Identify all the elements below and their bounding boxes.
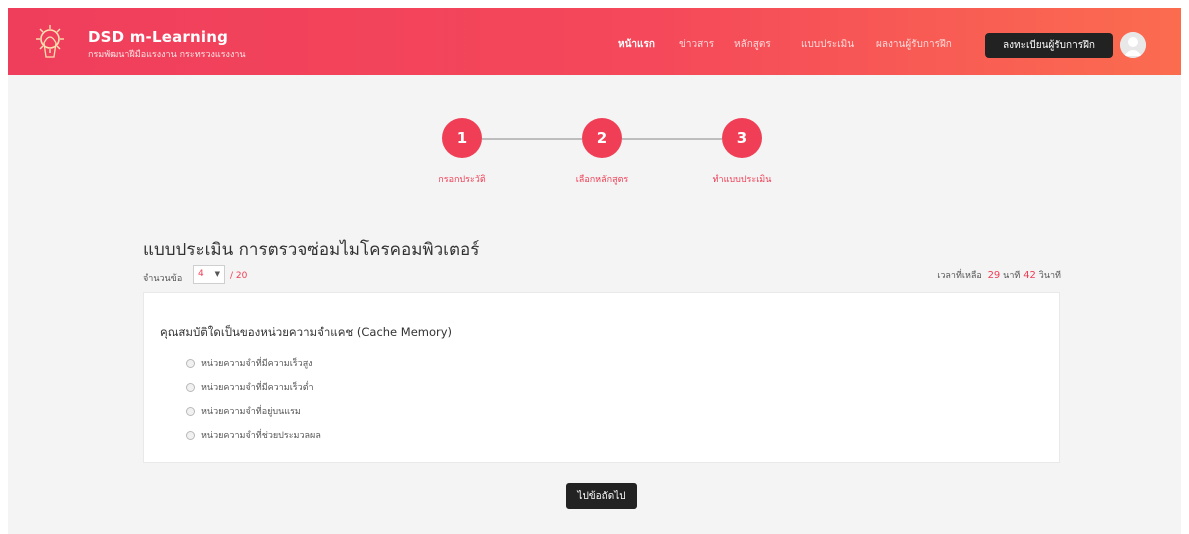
radio-button[interactable] <box>186 358 195 368</box>
time-remaining: เวลาที่เหลือ 29 นาที 42 วินาที <box>937 268 1061 282</box>
step-2-circle: 2 <box>582 118 622 158</box>
step-3-circle: 3 <box>722 118 762 158</box>
step-connector-1-2 <box>482 138 582 140</box>
answer-option-label: หน่วยความจำที่อยู่บนแรม <box>201 407 301 417</box>
question-total: / 20 <box>230 271 248 281</box>
brand-title[interactable]: DSD m-Learning <box>88 28 228 46</box>
next-question-button[interactable]: ไปข้อถัดไป <box>566 483 637 509</box>
user-avatar-icon[interactable] <box>1120 32 1146 58</box>
step-3-label: ทำแบบประเมิน <box>712 175 772 185</box>
chevron-down-icon: ▼ <box>214 270 220 278</box>
timer-seconds-unit: วินาที <box>1038 271 1061 281</box>
step-connector-2-3 <box>622 138 722 140</box>
question-text: คุณสมบัติใดเป็นของหน่วยความจำแคช (Cache … <box>160 325 453 339</box>
dsd-logo-icon[interactable] <box>32 23 68 59</box>
timer-minutes-unit: นาที <box>1003 271 1021 281</box>
answer-option-label: หน่วยความจำที่มีความเร็วสูง <box>201 359 313 369</box>
quiz-title: แบบประเมิน การตรวจซ่อมไมโครคอมพิวเตอร์ <box>143 240 480 260</box>
nav-news[interactable]: ข่าวสาร <box>679 37 714 52</box>
nav-courses[interactable]: หลักสูตร <box>734 37 771 52</box>
top-navbar: DSD m-Learning กรมพัฒนาฝีมือแรงงาน กระทร… <box>8 8 1181 75</box>
timer-seconds: 42 <box>1023 270 1036 281</box>
step-2-label: เลือกหลักสูตร <box>575 175 629 185</box>
question-count-label: จำนวนข้อ <box>143 274 183 284</box>
brand-subtitle: กรมพัฒนาฝีมือแรงงาน กระทรวงแรงงาน <box>88 50 246 60</box>
radio-button[interactable] <box>186 382 195 392</box>
radio-button[interactable] <box>186 406 195 416</box>
timer-label: เวลาที่เหลือ <box>937 271 982 281</box>
answer-option-label: หน่วยความจำที่ช่วยประมวลผล <box>201 431 321 441</box>
register-trainee-button[interactable]: ลงทะเบียนผู้รับการฝึก <box>985 33 1113 58</box>
question-card: คุณสมบัติใดเป็นของหน่วยความจำแคช (Cache … <box>143 292 1060 463</box>
timer-minutes: 29 <box>987 270 1001 281</box>
step-1-label: กรอกประวัติ <box>438 175 486 185</box>
question-number-select[interactable]: 4 ▼ <box>193 265 225 284</box>
answer-option-3[interactable]: หน่วยความจำที่อยู่บนแรม <box>186 404 301 418</box>
nav-assessment[interactable]: แบบประเมิน <box>801 37 854 52</box>
answer-option-2[interactable]: หน่วยความจำที่มีความเร็วต่ำ <box>186 380 314 394</box>
radio-button[interactable] <box>186 430 195 440</box>
nav-trainee-works[interactable]: ผลงานผู้รับการฝึก <box>876 37 952 52</box>
step-1-circle: 1 <box>442 118 482 158</box>
question-number-value: 4 <box>198 269 204 279</box>
answer-option-1[interactable]: หน่วยความจำที่มีความเร็วสูง <box>186 356 313 370</box>
answer-option-label: หน่วยความจำที่มีความเร็วต่ำ <box>201 383 314 393</box>
nav-home[interactable]: หน้าแรก <box>618 37 655 52</box>
answer-option-4[interactable]: หน่วยความจำที่ช่วยประมวลผล <box>186 428 321 442</box>
